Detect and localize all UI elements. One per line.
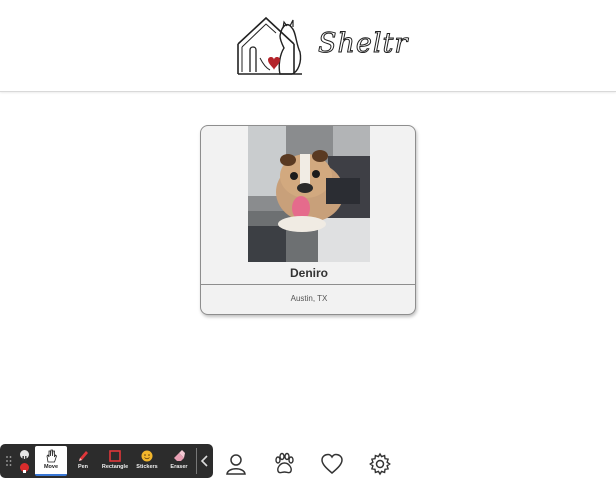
pet-card[interactable]: Deniro Austin, TX <box>200 125 416 315</box>
pen-tool-label: Pen <box>77 464 89 470</box>
rectangle-icon <box>109 450 121 462</box>
stop-recording-button[interactable] <box>20 463 29 473</box>
recording-toolbar: Move Pen Rectangle Stickers Eraser <box>0 444 213 478</box>
rectangle-tool-label: Rectangle <box>101 464 129 470</box>
pet-photo <box>248 126 370 262</box>
pen-tool-button[interactable]: Pen <box>68 446 98 476</box>
sheltr-logo-icon <box>237 16 302 75</box>
sheltr-logo-text: Sheltr <box>317 28 409 60</box>
hand-icon <box>46 449 57 463</box>
pause-icon <box>22 456 27 461</box>
toolbar-divider <box>196 448 197 474</box>
eraser-tool-label: Eraser <box>170 464 188 470</box>
stickers-tool-label: Stickers <box>136 464 158 470</box>
pen-icon <box>79 451 88 461</box>
move-tool-label: Move <box>43 464 59 470</box>
profile-icon[interactable] <box>224 452 248 476</box>
move-tool-button[interactable]: Move <box>35 446 67 476</box>
paw-icon[interactable] <box>272 452 296 476</box>
app-header: Sheltr <box>0 0 616 92</box>
stickers-tool-button[interactable]: Stickers <box>132 446 162 476</box>
eraser-tool-button[interactable]: Eraser <box>164 446 194 476</box>
eraser-icon <box>174 450 185 461</box>
heart-icon[interactable] <box>320 452 344 476</box>
chevron-left-icon[interactable] <box>199 454 211 468</box>
rectangle-tool-button[interactable]: Rectangle <box>100 446 130 476</box>
drag-handle-icon[interactable] <box>6 456 12 466</box>
card-divider <box>201 284 415 285</box>
stop-icon <box>23 470 26 473</box>
settings-gear-icon[interactable] <box>368 452 392 476</box>
pet-location: Austin, TX <box>290 294 328 303</box>
smiley-icon <box>141 450 153 462</box>
pause-recording-button[interactable] <box>20 450 29 461</box>
pet-name: Deniro <box>289 266 328 280</box>
